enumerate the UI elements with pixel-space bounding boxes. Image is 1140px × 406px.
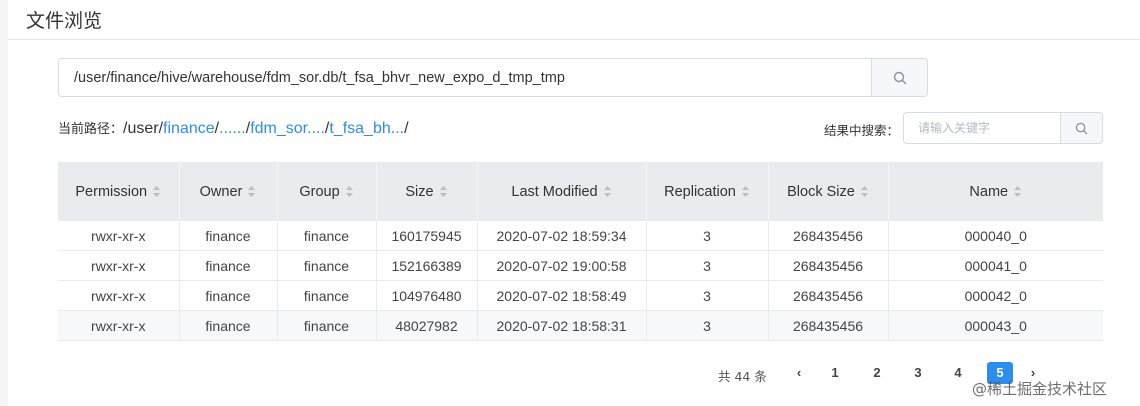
cell-block-size: 268435456 <box>768 221 889 251</box>
cell-name[interactable]: 000042_0 <box>888 280 1103 311</box>
column-header-label: Permission <box>75 183 148 200</box>
breadcrumb: 当前路径： /user/ finance / ...... / fdm_sor.… <box>58 118 409 142</box>
sort-icon <box>741 186 749 198</box>
sort-icon <box>153 186 161 198</box>
cell-owner: finance <box>179 221 278 251</box>
path-search-box <box>58 58 928 97</box>
breadcrumb-segment[interactable]: ...... <box>219 120 246 138</box>
cell-permission: rwxr-xr-x <box>58 221 180 251</box>
table-row[interactable]: rwxr-xr-x finance finance 48027982 2020-… <box>58 310 1103 341</box>
cell-permission: rwxr-xr-x <box>58 280 180 311</box>
breadcrumb-root: /user/ <box>123 120 164 137</box>
cell-block-size: 268435456 <box>768 280 889 311</box>
column-header-label: Replication <box>664 183 736 200</box>
page-header: 文件浏览 <box>8 0 1140 40</box>
pagination-page-1[interactable]: 1 <box>822 362 848 384</box>
cell-replication: 3 <box>646 221 769 251</box>
column-header-label: Owner <box>199 183 243 200</box>
cell-size: 104976480 <box>376 280 478 311</box>
pagination-prev-button[interactable]: ‹ <box>786 362 812 384</box>
cell-group: finance <box>277 221 377 251</box>
cell-name[interactable]: 000040_0 <box>888 221 1103 251</box>
sort-icon <box>439 186 447 198</box>
column-header-label: Group <box>299 183 340 200</box>
table-row[interactable]: rwxr-xr-x finance finance 152166389 2020… <box>58 250 1103 281</box>
cell-last-modified: 2020-07-02 19:00:58 <box>477 250 647 281</box>
path-search-button[interactable] <box>871 59 927 96</box>
column-header-label: Size <box>405 183 434 200</box>
cell-owner: finance <box>179 280 278 311</box>
cell-replication: 3 <box>646 250 769 281</box>
cell-size: 160175945 <box>376 221 478 251</box>
sort-icon <box>1014 186 1022 198</box>
breadcrumb-segment[interactable]: finance <box>163 120 215 138</box>
sort-icon <box>248 186 256 198</box>
cell-last-modified: 2020-07-02 18:59:34 <box>477 221 647 251</box>
sort-icon <box>860 186 868 198</box>
cell-permission: rwxr-xr-x <box>58 250 180 281</box>
column-header-group[interactable]: Group <box>277 162 377 221</box>
breadcrumb-separator: / <box>404 120 409 137</box>
table-row[interactable]: rwxr-xr-x finance finance 104976480 2020… <box>58 280 1103 311</box>
search-icon <box>1075 122 1088 134</box>
column-header-label: Name <box>969 183 1009 200</box>
path-search-input[interactable] <box>59 59 871 96</box>
left-margin <box>0 0 8 406</box>
table-row[interactable]: rwxr-xr-x finance finance 160175945 2020… <box>58 221 1103 251</box>
cell-permission: rwxr-xr-x <box>58 310 180 341</box>
cell-replication: 3 <box>646 280 769 311</box>
filter-search-button[interactable] <box>1060 113 1102 143</box>
cell-last-modified: 2020-07-02 18:58:49 <box>477 280 647 311</box>
filter-label: 结果中搜索： <box>824 123 900 138</box>
cell-group: finance <box>277 280 377 311</box>
column-header-permission[interactable]: Permission <box>58 162 180 221</box>
search-icon <box>893 71 906 84</box>
cell-name[interactable]: 000043_0 <box>888 310 1103 341</box>
cell-owner: finance <box>179 250 278 281</box>
sort-icon <box>603 186 611 198</box>
cell-block-size: 268435456 <box>768 250 889 281</box>
breadcrumb-segment[interactable]: t_fsa_bh... <box>329 120 404 138</box>
page-title: 文件浏览 <box>26 10 103 32</box>
table-header-row: Permission Owner Group Size Last Modifie… <box>58 162 1103 221</box>
sort-icon <box>345 186 353 198</box>
pagination-page-4[interactable]: 4 <box>945 362 971 384</box>
pagination: 共 44 条 ‹ 1 2 3 4 5 › <box>0 362 1140 386</box>
pagination-total: 共 44 条 <box>718 369 767 384</box>
cell-group: finance <box>277 250 377 281</box>
cell-last-modified: 2020-07-02 18:58:31 <box>477 310 647 341</box>
column-header-label: Block Size <box>787 183 855 200</box>
column-header-last-modified[interactable]: Last Modified <box>477 162 647 221</box>
breadcrumb-segment[interactable]: fdm_sor.... <box>250 120 325 138</box>
pagination-page-3[interactable]: 3 <box>905 362 931 384</box>
column-header-size[interactable]: Size <box>376 162 478 221</box>
cell-group: finance <box>277 310 377 341</box>
filter-search-box <box>903 112 1103 144</box>
column-header-label: Last Modified <box>511 183 598 200</box>
pagination-page-2[interactable]: 2 <box>864 362 890 384</box>
cell-size: 48027982 <box>376 310 478 341</box>
watermark: @稀土掘金技术社区 <box>972 380 1108 398</box>
breadcrumb-label: 当前路径： <box>58 122 124 137</box>
column-header-block-size[interactable]: Block Size <box>768 162 889 221</box>
cell-owner: finance <box>179 310 278 341</box>
cell-name[interactable]: 000041_0 <box>888 250 1103 281</box>
cell-block-size: 268435456 <box>768 310 889 341</box>
file-table: Permission Owner Group Size Last Modifie… <box>58 162 1103 341</box>
filter-search-input[interactable] <box>904 113 1060 143</box>
column-header-owner[interactable]: Owner <box>179 162 278 221</box>
cell-replication: 3 <box>646 310 769 341</box>
column-header-replication[interactable]: Replication <box>646 162 769 221</box>
cell-size: 152166389 <box>376 250 478 281</box>
column-header-name[interactable]: Name <box>888 162 1103 221</box>
